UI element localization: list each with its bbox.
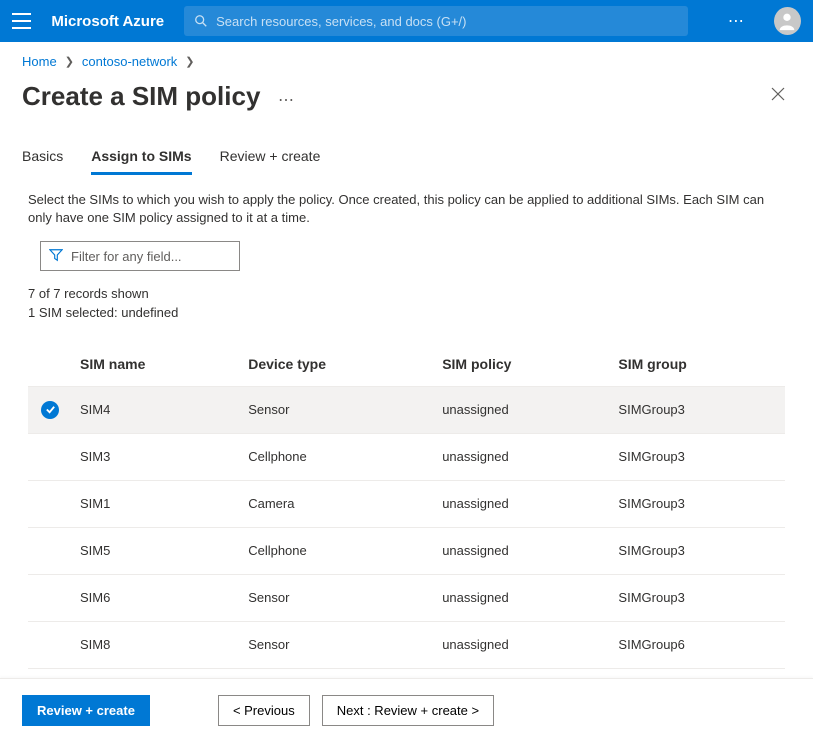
- cell-device-type: Sensor: [240, 621, 434, 668]
- cell-device-type: Cellphone: [240, 527, 434, 574]
- cell-sim-group: SIMGroup3: [610, 480, 785, 527]
- cell-sim-name: SIM3: [72, 433, 240, 480]
- breadcrumb: Home ❯ contoso-network ❯: [0, 42, 813, 77]
- search-icon: [194, 14, 208, 28]
- cell-sim-group: SIMGroup3: [610, 386, 785, 433]
- breadcrumb-home[interactable]: Home: [22, 54, 57, 69]
- tab-review-create[interactable]: Review + create: [220, 148, 321, 175]
- records-summary: 7 of 7 records shown 1 SIM selected: und…: [0, 271, 813, 321]
- cell-sim-group: SIMGroup3: [610, 574, 785, 621]
- previous-button[interactable]: < Previous: [218, 695, 310, 726]
- table-row[interactable]: SIM1CameraunassignedSIMGroup3: [28, 480, 785, 527]
- col-select: [28, 346, 72, 387]
- row-select-cell[interactable]: [28, 574, 72, 621]
- wizard-footer: Review + create < Previous Next : Review…: [0, 678, 813, 742]
- table-row[interactable]: SIM4SensorunassignedSIMGroup3: [28, 386, 785, 433]
- table-row[interactable]: SIM8SensorunassignedSIMGroup6: [28, 621, 785, 668]
- records-count: 7 of 7 records shown: [28, 285, 785, 303]
- filter-field[interactable]: [40, 241, 240, 271]
- filter-icon: [49, 248, 63, 265]
- cell-sim-policy: unassigned: [434, 668, 610, 678]
- chevron-right-icon: ❯: [185, 55, 194, 68]
- table-row[interactable]: SIM6SensorunassignedSIMGroup3: [28, 574, 785, 621]
- col-device-type[interactable]: Device type: [240, 346, 434, 387]
- cell-device-type: Cellphone: [240, 668, 434, 678]
- more-menu-icon[interactable]: ⋯: [728, 11, 746, 31]
- cell-sim-name: SIM7: [72, 668, 240, 678]
- filter-input[interactable]: [71, 249, 231, 264]
- next-button[interactable]: Next : Review + create >: [322, 695, 494, 726]
- cell-sim-group: SIMGroup3: [610, 433, 785, 480]
- top-navbar: Microsoft Azure ⋯: [0, 0, 813, 42]
- col-sim-group[interactable]: SIM group: [610, 346, 785, 387]
- row-select-cell[interactable]: [28, 386, 72, 433]
- avatar[interactable]: [774, 7, 801, 35]
- sim-table-area: SIM name Device type SIM policy SIM grou…: [0, 322, 813, 678]
- close-icon[interactable]: [765, 81, 791, 112]
- cell-sim-group: SIMGroup3: [610, 527, 785, 574]
- cell-sim-group: SIMGroup6: [610, 668, 785, 678]
- cell-sim-policy: unassigned: [434, 621, 610, 668]
- page-header: Create a SIM policy ⋯: [0, 77, 813, 112]
- review-create-button[interactable]: Review + create: [22, 695, 150, 726]
- cell-sim-name: SIM4: [72, 386, 240, 433]
- cell-sim-name: SIM6: [72, 574, 240, 621]
- page-title: Create a SIM policy: [22, 81, 260, 111]
- tab-basics[interactable]: Basics: [22, 148, 63, 175]
- cell-sim-policy: unassigned: [434, 480, 610, 527]
- row-select-cell[interactable]: [28, 668, 72, 678]
- cell-sim-policy: unassigned: [434, 574, 610, 621]
- hamburger-icon[interactable]: [12, 13, 31, 29]
- table-row[interactable]: SIM3CellphoneunassignedSIMGroup3: [28, 433, 785, 480]
- global-search[interactable]: [184, 6, 688, 36]
- cell-device-type: Sensor: [240, 386, 434, 433]
- cell-device-type: Sensor: [240, 574, 434, 621]
- brand-label[interactable]: Microsoft Azure: [51, 13, 164, 30]
- cell-sim-policy: unassigned: [434, 527, 610, 574]
- row-select-cell[interactable]: [28, 433, 72, 480]
- cell-sim-name: SIM5: [72, 527, 240, 574]
- cell-sim-group: SIMGroup6: [610, 621, 785, 668]
- table-row[interactable]: SIM7CellphoneunassignedSIMGroup6: [28, 668, 785, 678]
- row-select-cell[interactable]: [28, 480, 72, 527]
- global-search-input[interactable]: [216, 14, 678, 29]
- table-row[interactable]: SIM5CellphoneunassignedSIMGroup3: [28, 527, 785, 574]
- page-actions-icon[interactable]: ⋯: [278, 92, 294, 109]
- tab-description: Select the SIMs to which you wish to app…: [0, 175, 813, 227]
- cell-device-type: Cellphone: [240, 433, 434, 480]
- cell-sim-policy: unassigned: [434, 433, 610, 480]
- tab-assign-sims[interactable]: Assign to SIMs: [91, 148, 191, 175]
- breadcrumb-resource[interactable]: contoso-network: [82, 54, 177, 69]
- cell-sim-name: SIM8: [72, 621, 240, 668]
- sim-table: SIM name Device type SIM policy SIM grou…: [28, 346, 785, 678]
- row-select-cell[interactable]: [28, 621, 72, 668]
- col-sim-name[interactable]: SIM name: [72, 346, 240, 387]
- check-icon: [41, 401, 59, 419]
- cell-device-type: Camera: [240, 480, 434, 527]
- selection-count: 1 SIM selected: undefined: [28, 304, 785, 322]
- tab-bar: Basics Assign to SIMs Review + create: [0, 112, 813, 175]
- chevron-right-icon: ❯: [65, 55, 74, 68]
- cell-sim-policy: unassigned: [434, 386, 610, 433]
- col-sim-policy[interactable]: SIM policy: [434, 346, 610, 387]
- cell-sim-name: SIM1: [72, 480, 240, 527]
- row-select-cell[interactable]: [28, 527, 72, 574]
